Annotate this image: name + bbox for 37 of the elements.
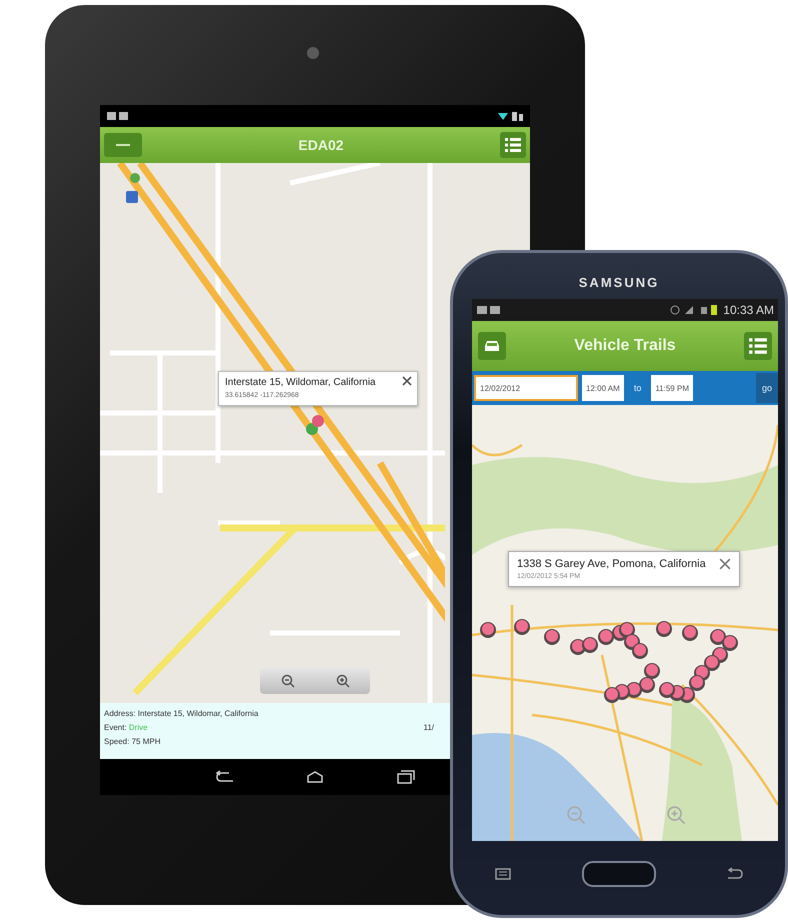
menu-button[interactable]: [500, 132, 526, 158]
event-text: Event: Drive: [104, 722, 149, 734]
go-button[interactable]: go: [756, 373, 778, 403]
wifi-battery-icon: [498, 111, 524, 121]
end-time-field[interactable]: 11:59 PM: [651, 375, 693, 401]
brand-logo: SAMSUNG: [578, 275, 660, 290]
recent-apps-icon[interactable]: [395, 770, 415, 784]
back-icon[interactable]: [725, 867, 745, 881]
menu-button[interactable]: [744, 332, 772, 360]
home-icon[interactable]: [305, 770, 325, 784]
start-time-field[interactable]: 12:00 AM: [582, 375, 624, 401]
zoom-out-icon[interactable]: [280, 674, 294, 688]
zoom-in-icon[interactable]: [336, 674, 350, 688]
close-icon[interactable]: [719, 558, 731, 570]
back-button[interactable]: [104, 133, 142, 157]
screen-title: Vehicle Trails: [574, 337, 676, 355]
menu-key-icon[interactable]: [493, 867, 513, 881]
car-icon: [483, 339, 501, 353]
popup-title: Interstate 15, Wildomar, California: [225, 377, 377, 389]
close-icon[interactable]: [402, 376, 412, 386]
list-icon: [504, 136, 522, 154]
popup-title: 1338 S Garey Ave, Pomona, California: [517, 557, 707, 571]
home-key[interactable]: [582, 861, 656, 887]
vehicle-button[interactable]: [478, 332, 506, 360]
notification-icon: [476, 305, 502, 315]
notification-icon: [106, 111, 130, 121]
zoom-control[interactable]: [260, 668, 370, 694]
speed-text: Speed: 75 MPH: [104, 736, 162, 748]
date-field[interactable]: 12/02/2012: [474, 375, 578, 401]
status-time: 10:33 AM: [723, 303, 774, 317]
list-icon: [748, 336, 768, 356]
screen-title: EDA02: [298, 137, 344, 153]
address-text: Address: Interstate 15, Wildomar, California: [104, 708, 258, 720]
back-icon[interactable]: [215, 770, 235, 784]
camera-icon: [307, 47, 319, 59]
range-separator: to: [632, 383, 642, 393]
date-text: 11/: [423, 722, 434, 734]
